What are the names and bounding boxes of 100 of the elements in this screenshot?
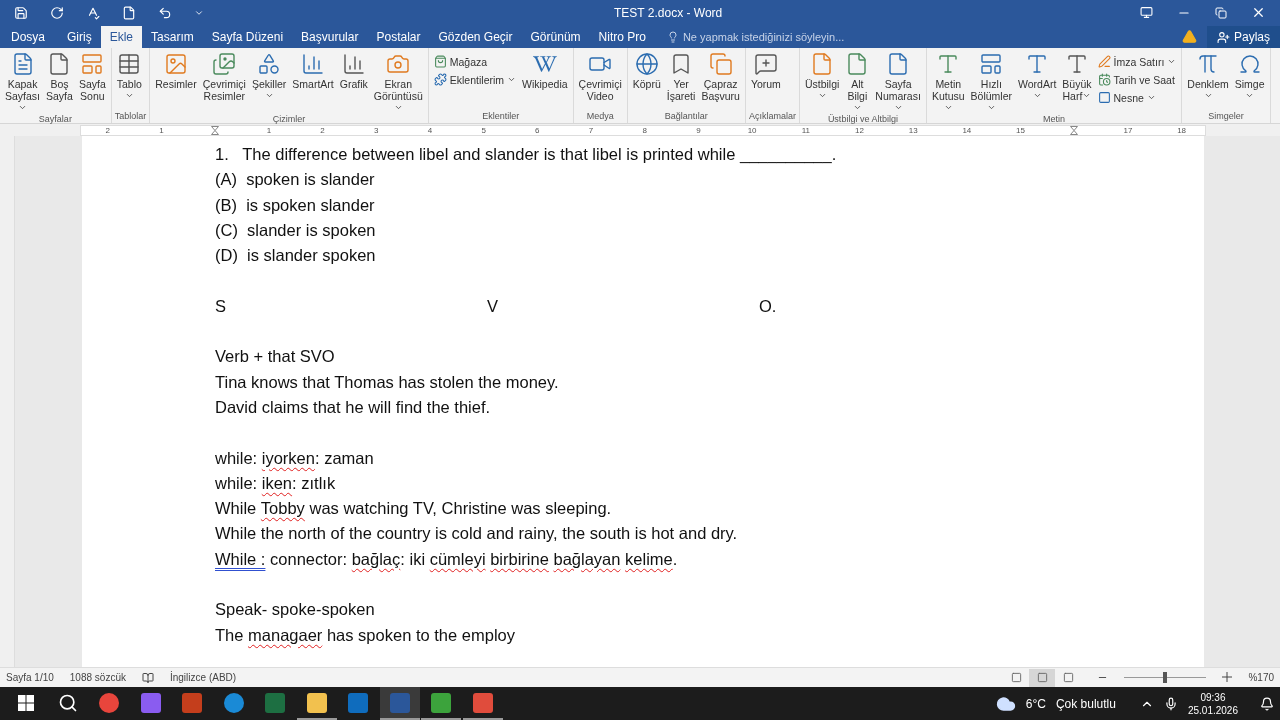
new-document-icon[interactable] (122, 5, 136, 20)
ribbon-tab[interactable]: Nitro Pro (589, 26, 655, 48)
zoom-in-icon[interactable] (1222, 671, 1233, 684)
ribbon-tab[interactable]: Postalar (367, 26, 430, 48)
ribbon-button[interactable]: Grafik (337, 50, 370, 90)
ribbon-tab[interactable]: Gözden Geçir (429, 26, 522, 48)
ribbon-tab[interactable]: Tasarım (142, 26, 203, 48)
ribbon-button[interactable]: Mağaza (431, 54, 519, 69)
online-pictures-icon (212, 52, 237, 76)
ribbon-button[interactable]: Büyük Harf (1060, 50, 1094, 102)
puzzle-icon (433, 73, 447, 86)
weather-text[interactable]: Çok bulutlu (1055, 696, 1116, 711)
view-icon (1010, 672, 1022, 683)
shopping-bag-icon (433, 55, 447, 68)
zoom-thumb[interactable] (1163, 672, 1168, 683)
ribbon-button[interactable]: Hızlı Bölümler (968, 50, 1014, 114)
ribbon-button[interactable]: Alt Bilgi (843, 50, 872, 114)
indent-marker-icon[interactable] (211, 125, 220, 135)
ruler: 2 1 1 2 3 4 5 6 7 8 9 10 11 12 13 14 15 17 18 (0, 124, 1280, 136)
ribbon-button[interactable]: Boş Sayfa (44, 50, 75, 102)
search-icon (57, 692, 78, 713)
table-icon (117, 52, 142, 76)
ribbon-button[interactable]: Resimler (153, 50, 199, 90)
ribbon-tab[interactable]: Giriş (58, 26, 101, 48)
ribbon-button[interactable]: WordArt (1016, 50, 1059, 102)
ribbon-button[interactable]: Çevrimiçi Video (576, 50, 624, 102)
ribbon-button[interactable]: Çapraz Başvuru (699, 50, 742, 102)
restore-icon[interactable] (1215, 6, 1227, 19)
ribbon-tab[interactable]: Dosya (2, 26, 54, 48)
ribbon-button[interactable]: Üstbilgi (802, 50, 842, 102)
document-text: V (487, 295, 499, 317)
app-icon (306, 692, 327, 713)
ribbon-tab[interactable]: Sayfa Düzeni (202, 26, 293, 48)
taskbar-app[interactable] (379, 687, 420, 720)
temperature[interactable]: 6°C (1025, 696, 1046, 711)
app-icon (265, 692, 285, 713)
document-text-line: While the north of the country is cold and rainy, the south is hot and dry. (215, 523, 739, 545)
layout-icon (979, 52, 1004, 76)
omega-icon (1237, 52, 1262, 76)
app-icon (140, 692, 161, 713)
app-icon (348, 692, 368, 713)
spelling-icon[interactable] (86, 5, 100, 20)
documents-icon (708, 52, 733, 76)
ribbon-button[interactable]: Tablo (114, 50, 144, 102)
word-count[interactable]: 1088 sözcük (69, 672, 126, 683)
person-icon (1216, 30, 1230, 44)
language-label[interactable]: İngilizce (ABD) (169, 672, 237, 683)
warning-icon[interactable] (1181, 29, 1197, 44)
share-button[interactable]: Paylaş (1206, 26, 1280, 48)
ribbon-button[interactable]: Yer İşareti (664, 50, 698, 102)
pen-icon (1097, 55, 1111, 68)
ribbon-button[interactable]: Şekiller (249, 50, 289, 102)
ribbon-button[interactable]: Denklem (1185, 50, 1231, 102)
comment-icon (753, 52, 778, 76)
group-label: Bağlantılar (663, 111, 709, 123)
ribbon-tab[interactable]: Başvurular (292, 26, 368, 48)
ribbon-display-icon[interactable] (1140, 6, 1153, 19)
page-break-icon (80, 52, 105, 76)
ribbon-button[interactable]: İmza Satırı (1095, 54, 1179, 69)
globe-icon (634, 52, 659, 76)
ribbon-button[interactable]: Sayfa Numarası (873, 50, 923, 114)
undo-icon[interactable] (158, 5, 172, 20)
camera-icon (386, 52, 411, 76)
ribbon-button[interactable]: Metin Kutusu (929, 50, 967, 114)
zoom-level[interactable]: %170 (1248, 672, 1274, 683)
indent-marker-icon[interactable] (1070, 125, 1079, 135)
document-text-line: Tina knows that Thomas has stolen the money. (215, 371, 560, 393)
ribbon-tab[interactable]: Görünüm (521, 26, 590, 48)
document-text-line: David claims that he will find the thief. (215, 396, 492, 418)
view-button[interactable] (1029, 668, 1056, 687)
proofing-icon[interactable] (141, 671, 154, 684)
ribbon-button[interactable]: Köprü (630, 50, 663, 90)
redo-icon[interactable] (50, 5, 64, 20)
document-text-line: (A) spoken is slander (215, 169, 376, 191)
ribbon-button[interactable]: SmartArt (290, 50, 336, 90)
close-icon[interactable] (1251, 5, 1266, 20)
ribbon-button[interactable]: Eklentilerim (431, 72, 519, 87)
ribbon-button[interactable]: Yorum (748, 50, 783, 90)
ribbon-button[interactable]: Nesne (1095, 90, 1179, 105)
document-text: O. (759, 295, 778, 317)
ribbon-button[interactable]: Tarih ve Saat (1095, 72, 1179, 87)
notification-icon[interactable] (1260, 696, 1274, 711)
tell-me-field[interactable]: Ne yapmak istediğinizi söyleyin... (682, 31, 845, 43)
ribbon-button[interactable]: Kapak Sayfası (3, 50, 43, 114)
microphone-icon[interactable] (1163, 696, 1178, 711)
window-title: TEST 2.docx - Word (614, 5, 724, 20)
document-text-line: The managaer has spoken to the employ (215, 624, 516, 646)
ribbon-button[interactable]: Sayfa Sonu (76, 50, 108, 102)
view-icon (1062, 672, 1074, 683)
ribbon-button[interactable]: Çevrimiçi Resimler (200, 50, 248, 102)
ribbon-button[interactable]: Simge (1232, 50, 1267, 102)
page-count[interactable]: Sayfa 1/10 (6, 672, 54, 683)
ribbon-button[interactable]: Ekran Görüntüsü (371, 50, 425, 114)
ribbon-tab[interactable]: Ekle (100, 26, 143, 48)
save-icon[interactable] (14, 5, 28, 20)
group-label: Metin (1042, 114, 1067, 126)
ribbon-button[interactable]: Wikipedia (520, 50, 570, 90)
clock[interactable]: 09:36 25.01.2026 (1187, 690, 1238, 717)
app-icon (431, 692, 451, 713)
picture-icon (164, 52, 188, 76)
